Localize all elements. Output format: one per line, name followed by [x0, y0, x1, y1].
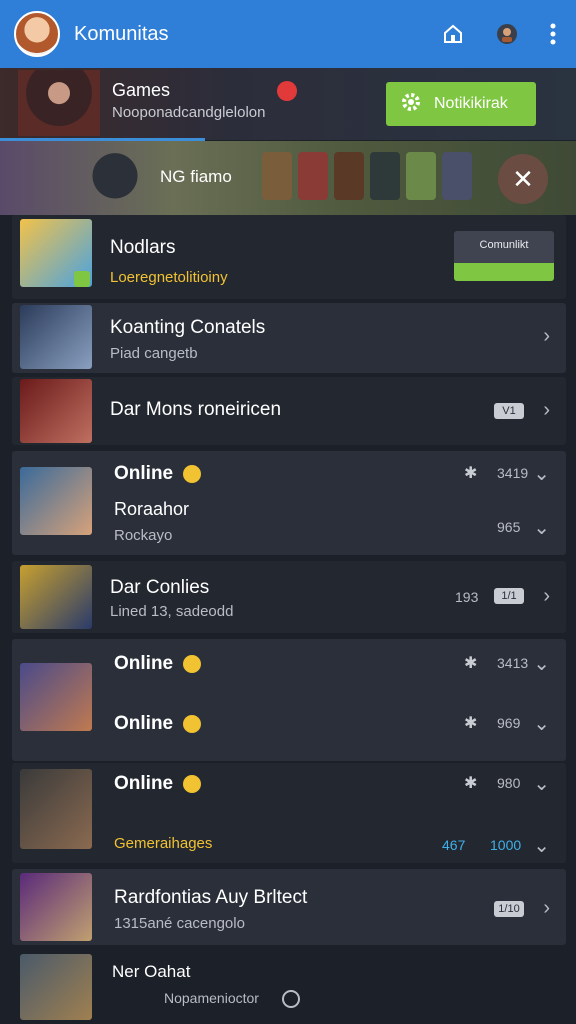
banner-hero-image — [80, 147, 150, 211]
online-status: Online — [114, 713, 202, 735]
item-title: Dar Mons roneiricen — [110, 399, 282, 420]
chevron-down-icon[interactable]: ⌄ — [533, 461, 550, 486]
online-status: Online — [114, 463, 202, 485]
badge-icon — [74, 271, 90, 287]
item-subtitle: Loeregnetolitioiny — [110, 269, 228, 286]
games-subtitle: Nooponadcandglelolon — [112, 104, 266, 121]
gear-icon — [400, 91, 422, 118]
games-header: Games Nooponadcandglelolon Notikikirak — [0, 68, 576, 140]
item-count: 980 — [497, 775, 521, 791]
coin-icon — [183, 464, 202, 483]
game-thumbnail — [18, 70, 100, 136]
game-thumbnail — [20, 565, 92, 629]
list-item[interactable]: Online Online ✱ 3413 ⌄ ✱ 969 ⌄ — [12, 639, 566, 761]
thumbnail[interactable] — [370, 152, 400, 200]
item-title: Koanting Conatels — [110, 317, 266, 338]
item-count: 969 — [497, 715, 521, 731]
join-label: Comunlikt — [479, 239, 529, 251]
chevron-down-icon[interactable]: ⌄ — [533, 515, 550, 540]
gear-icon[interactable]: ✱ — [464, 653, 477, 673]
item-count: 467 — [442, 837, 466, 853]
item-subtitle: Rockayo — [114, 527, 173, 544]
coin-icon — [183, 714, 202, 733]
chevron-right-icon[interactable]: › — [543, 897, 550, 920]
gear-icon[interactable]: ✱ — [464, 463, 477, 483]
more-vert-icon[interactable] — [550, 23, 556, 45]
bottom-bar: Ner Oahat Nopamenioctor — [0, 954, 576, 1024]
item-title: Nodlars — [110, 237, 176, 258]
featured-banner[interactable]: NG fiamo — [0, 141, 576, 215]
item-subtitle: 1315ané cacengolo — [114, 915, 245, 932]
games-title: Games — [112, 80, 171, 100]
item-subtitle: Lined 13, sadeodd — [110, 603, 234, 620]
notifications-button[interactable]: Notikikirak — [386, 82, 536, 126]
list-item[interactable]: Online Roraahor Rockayo ✱ 3419 ⌄ 965 ⌄ — [12, 451, 566, 555]
gear-icon[interactable]: ✱ — [464, 773, 477, 793]
game-thumbnail — [20, 769, 92, 849]
banner-text: NG fiamo — [160, 167, 232, 186]
notifications-label: Notikikirak — [434, 95, 508, 112]
avatar[interactable] — [14, 11, 60, 57]
chevron-down-icon[interactable]: ⌄ — [533, 651, 550, 676]
thumbnail[interactable] — [334, 152, 364, 200]
item-subtitle: Nopamenioctor — [164, 990, 259, 1006]
close-icon: ✕ — [512, 163, 534, 194]
item-count: 3419 — [497, 465, 529, 481]
online-status: Online — [114, 653, 202, 675]
item-title: Rardfontias Auy Brltect — [114, 887, 308, 908]
thumbnail[interactable] — [298, 152, 328, 200]
thumbnail[interactable] — [442, 152, 472, 200]
close-button[interactable]: ✕ — [498, 154, 548, 204]
item-title: Dar Conlies — [110, 577, 210, 598]
list-item[interactable]: Dar Mons roneiricen V1 › — [12, 377, 566, 445]
game-thumbnail — [20, 305, 92, 369]
item-count: 1000 — [490, 837, 522, 853]
item-title: Ner Oahat — [112, 962, 191, 981]
home-icon[interactable] — [442, 23, 464, 45]
circle-icon[interactable] — [282, 990, 300, 1008]
thumbnail[interactable] — [406, 152, 436, 200]
coin-icon — [183, 774, 202, 793]
item-count: 965 — [497, 519, 521, 535]
list-item[interactable]: Dar Conlies Lined 13, sadeodd 193 1/1 › — [12, 561, 566, 633]
game-thumbnail — [20, 873, 92, 941]
join-button[interactable]: Comunlikt — [454, 231, 554, 281]
profile-icon[interactable] — [496, 23, 518, 45]
notification-dot — [277, 81, 297, 101]
item-subtitle: Gemeraihages — [114, 835, 213, 852]
coin-icon — [183, 654, 202, 673]
item-count: 193 — [455, 589, 479, 605]
status-pill: 1/1 — [494, 588, 524, 604]
list-item[interactable]: Rardfontias Auy Brltect 1315ané cacengol… — [12, 869, 566, 945]
list-item[interactable]: Online ✱ 980 ⌄ Gemeraihages 467 1000 ⌄ — [12, 763, 566, 863]
chevron-right-icon[interactable]: › — [543, 399, 550, 422]
game-thumbnail — [20, 954, 92, 1020]
game-thumbnail — [20, 663, 92, 731]
join-progress — [454, 263, 554, 281]
chevron-right-icon[interactable]: › — [543, 585, 550, 608]
status-pill: V1 — [494, 403, 524, 419]
item-title: Roraahor — [114, 499, 190, 519]
item-subtitle: Piad cangetb — [110, 345, 198, 362]
online-status: Online — [114, 773, 202, 795]
app-title: Komunitas — [74, 22, 169, 45]
game-thumbnail — [20, 467, 92, 535]
app-bar: Komunitas — [0, 0, 576, 68]
item-count: 3413 — [497, 655, 529, 671]
banner-thumbnails — [262, 152, 472, 200]
game-thumbnail — [20, 379, 92, 443]
chevron-down-icon[interactable]: ⌄ — [533, 771, 550, 796]
thumbnail[interactable] — [262, 152, 292, 200]
list-item[interactable]: Koanting Conatels Piad cangetb › — [12, 303, 566, 373]
chevron-right-icon[interactable]: › — [543, 325, 550, 348]
status-pill: 1/10 — [494, 901, 524, 917]
chevron-down-icon[interactable]: ⌄ — [533, 711, 550, 736]
gear-icon[interactable]: ✱ — [464, 713, 477, 733]
list-item[interactable]: Nodlars Loeregnetolitioiny Comunlikt — [12, 215, 566, 299]
chevron-down-icon[interactable]: ⌄ — [533, 833, 550, 858]
